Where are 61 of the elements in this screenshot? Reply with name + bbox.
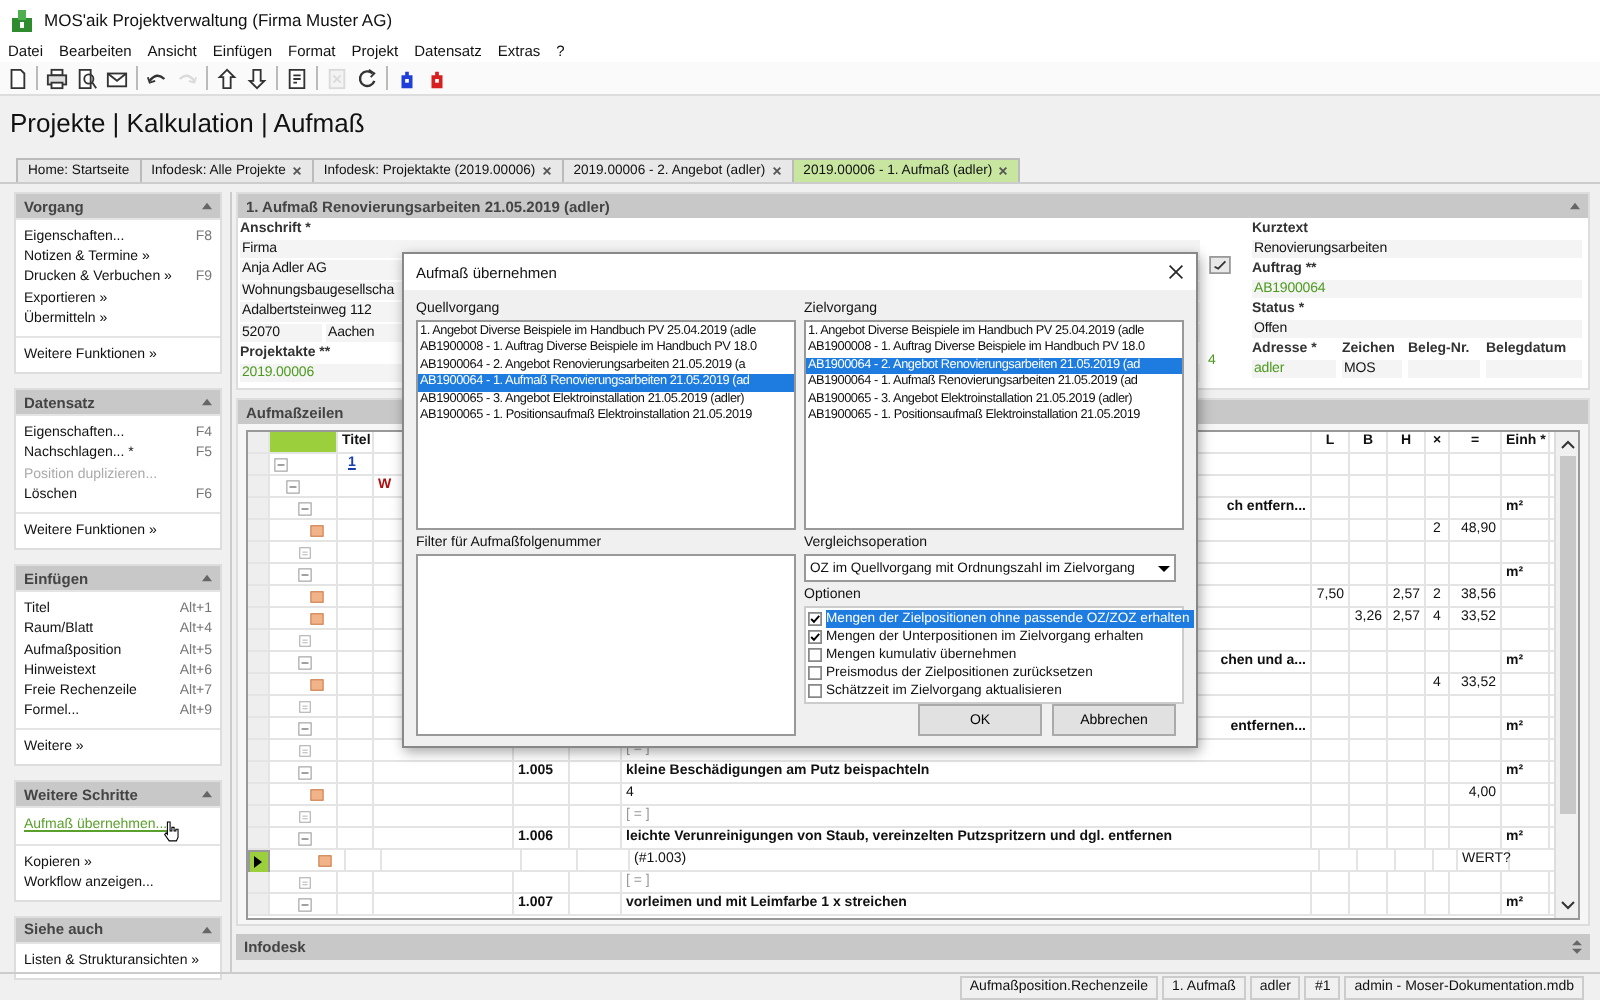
collapse-icon[interactable] <box>1570 202 1580 210</box>
measure-icon[interactable] <box>310 787 324 801</box>
measure-icon[interactable] <box>310 611 324 625</box>
checkbox[interactable] <box>808 648 822 662</box>
checkbox[interactable] <box>808 666 822 680</box>
collapse-node-icon[interactable] <box>298 831 312 845</box>
formula-icon[interactable] <box>298 743 312 757</box>
close-icon[interactable] <box>541 166 552 176</box>
formula-icon[interactable] <box>298 699 312 713</box>
puzzle-icon[interactable] <box>396 67 418 89</box>
arrow-down-icon[interactable] <box>246 67 268 89</box>
source-list[interactable] <box>416 320 796 530</box>
formula-icon[interactable] <box>298 809 312 823</box>
refresh-icon[interactable] <box>356 67 378 89</box>
dropdown-arrow-icon[interactable] <box>1156 560 1172 576</box>
measure-icon[interactable] <box>310 589 324 603</box>
collapse-node-icon[interactable] <box>274 457 288 471</box>
scroll-thumb[interactable] <box>1559 456 1575 814</box>
collapse-icon[interactable] <box>202 202 212 210</box>
measure-icon[interactable] <box>310 523 324 537</box>
checkbox[interactable] <box>808 630 822 644</box>
expand-icon[interactable] <box>1572 940 1582 954</box>
collapse-icon[interactable] <box>202 790 212 799</box>
collapse-node-icon[interactable] <box>298 655 312 669</box>
arrow-up-icon[interactable] <box>216 67 238 89</box>
formula-icon[interactable] <box>298 875 312 889</box>
formula-icon[interactable] <box>298 633 312 647</box>
collapse-node-icon[interactable] <box>298 501 312 515</box>
collapse-icon[interactable] <box>202 398 212 407</box>
collapse-node-icon[interactable] <box>298 567 312 581</box>
measure-icon[interactable] <box>310 677 324 691</box>
breadcrumb-title: Projekte | Kalkulation | Aufmaß <box>8 105 367 142</box>
new-document-icon[interactable] <box>6 67 28 89</box>
target-list[interactable] <box>804 320 1184 530</box>
checkbox[interactable] <box>808 612 822 626</box>
scrollbar[interactable] <box>1554 432 1578 918</box>
print-icon[interactable] <box>46 67 68 89</box>
app-icon <box>10 8 34 32</box>
mail-icon[interactable] <box>106 67 128 89</box>
measure-icon[interactable] <box>318 853 332 867</box>
scroll-down-icon[interactable] <box>1559 900 1575 912</box>
collapse-icon[interactable] <box>202 574 212 583</box>
filter-field[interactable] <box>416 554 796 736</box>
close-icon[interactable] <box>291 166 302 176</box>
close-icon[interactable] <box>1168 264 1184 280</box>
edit-button-icon[interactable] <box>1208 256 1232 274</box>
puzzle-icon[interactable] <box>426 67 448 89</box>
print-preview-icon[interactable] <box>76 67 98 89</box>
collapse-node-icon[interactable] <box>298 765 312 779</box>
window-title: MOS'aik Projektverwaltung (Firma Muster AG) <box>44 10 393 30</box>
close-icon[interactable] <box>771 166 782 176</box>
collapse-node-icon[interactable] <box>298 897 312 911</box>
document-icon[interactable] <box>286 67 308 89</box>
scroll-up-icon[interactable] <box>1559 438 1575 450</box>
collapse-icon[interactable] <box>202 925 212 934</box>
checkbox[interactable] <box>808 684 822 698</box>
collapse-node-icon[interactable] <box>286 479 300 493</box>
row-indicator[interactable] <box>248 850 270 874</box>
hand-cursor-icon <box>162 820 180 843</box>
formula-icon[interactable] <box>298 545 312 559</box>
collapse-node-icon[interactable] <box>298 721 312 735</box>
